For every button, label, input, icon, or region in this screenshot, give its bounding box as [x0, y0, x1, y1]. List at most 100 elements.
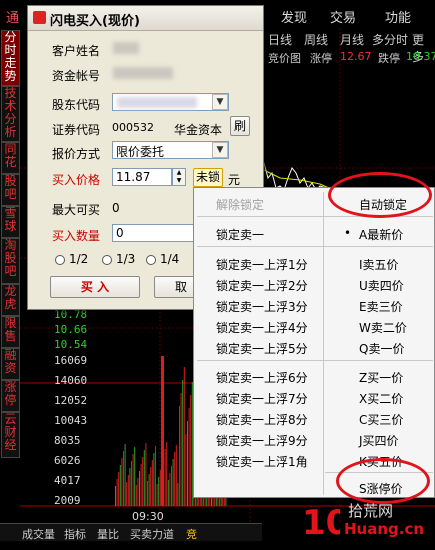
volume-bar: [119, 465, 121, 506]
buy-button[interactable]: 买 入: [50, 276, 140, 298]
menu-lock-up-3f[interactable]: 锁定卖一上浮3分: [216, 298, 308, 315]
watermark-domain: Huang.cn: [344, 520, 425, 538]
refresh-button[interactable]: 刷: [230, 116, 250, 136]
tab-tonghua[interactable]: 同花: [1, 142, 20, 174]
period-daily[interactable]: 日线: [268, 31, 292, 48]
tab-volume[interactable]: 成交量: [22, 526, 55, 542]
lock-price-button[interactable]: 未锁: [193, 168, 223, 187]
price-unit: 元: [228, 173, 241, 187]
watermark-text: 拾荒网: [348, 502, 394, 520]
menu-lock-up-6f[interactable]: 锁定卖一上浮6分: [216, 369, 308, 386]
menu-bid2[interactable]: X买二价: [359, 390, 403, 407]
buy-price-input[interactable]: 11.87: [112, 168, 172, 186]
menu-lock-up-5f[interactable]: 锁定卖一上浮5分: [216, 340, 308, 357]
price-label-3: 10.54: [54, 338, 88, 351]
spin-up-icon[interactable]: ▲: [173, 169, 185, 177]
menu-unlock[interactable]: 解除锁定: [216, 196, 264, 213]
menu-discover[interactable]: 发现: [281, 7, 307, 26]
tab-volume-ratio[interactable]: 量比: [97, 526, 119, 542]
volume-bar: [187, 421, 188, 506]
volume-bar: [188, 408, 190, 506]
volume-bar: [137, 478, 139, 506]
menu-ask5[interactable]: I卖五价: [359, 256, 399, 273]
menu-function[interactable]: 功能: [385, 7, 411, 26]
tab-restricted[interactable]: 限售: [1, 316, 20, 348]
volume-bar: [129, 468, 131, 506]
volume-bar: [180, 393, 182, 506]
holder-code-redacted: [117, 97, 197, 108]
menu-bid4[interactable]: J买四价: [359, 432, 399, 449]
price-spinner[interactable]: ▲ ▼: [172, 168, 186, 186]
period-weekly[interactable]: 周线: [304, 31, 328, 48]
menu-lock-sell1[interactable]: 锁定卖一: [216, 226, 264, 243]
app-icon: [33, 11, 46, 24]
tab-intraday[interactable]: 分时走势: [1, 30, 20, 86]
menu-lock-up-1j[interactable]: 锁定卖一上浮1角: [216, 453, 308, 470]
volume-bar: [150, 467, 152, 506]
menu-trade[interactable]: 交易: [330, 7, 356, 26]
menu-ask3[interactable]: E卖三价: [359, 298, 403, 315]
order-type-dropdown-icon[interactable]: ▼: [212, 142, 228, 158]
volume-bar: [172, 459, 174, 506]
label-max-buy: 最大可买: [52, 203, 101, 217]
menu-lock-up-7f[interactable]: 锁定卖一上浮7分: [216, 390, 308, 407]
tab-guba[interactable]: 股吧: [1, 174, 20, 206]
auction-chart-label[interactable]: 竞价图: [268, 50, 301, 66]
limit-down-label: 跌停: [378, 52, 400, 65]
spin-down-icon[interactable]: ▼: [173, 177, 185, 185]
tab-xueqiu[interactable]: 雪球: [1, 206, 20, 238]
menu-latest-price[interactable]: A最新价: [359, 226, 403, 243]
period-monthly[interactable]: 月线: [340, 31, 364, 48]
volume-label-3: 12052: [54, 394, 88, 407]
volume-bar: [190, 395, 192, 506]
volume-bar: [143, 450, 145, 506]
volume-bar: [135, 485, 137, 506]
ratio-third-radio[interactable]: [102, 255, 112, 265]
menu-separator: [197, 360, 433, 361]
tab-auction[interactable]: 竞: [186, 526, 197, 542]
bottom-strip: [0, 541, 435, 550]
tab-indicator[interactable]: 指标: [64, 526, 86, 542]
volume-bar: [132, 454, 134, 506]
menu-lock-up-4f[interactable]: 锁定卖一上浮4分: [216, 319, 308, 336]
menu-lock-up-2f[interactable]: 锁定卖一上浮2分: [216, 277, 308, 294]
menu-ask4[interactable]: U卖四价: [359, 277, 404, 294]
volume-label-1: 16069: [54, 354, 88, 367]
ratio-quarter-radio[interactable]: [146, 255, 156, 265]
menu-lock-up-8f[interactable]: 锁定卖一上浮8分: [216, 411, 308, 428]
tab-yuncaijing[interactable]: 云财经: [1, 412, 20, 458]
volume-bar: [179, 406, 180, 506]
max-buy-value: 0: [112, 201, 120, 215]
volume-bar: [142, 457, 144, 506]
watermark-logo-icon: 10: [302, 503, 340, 540]
volume-bar: [118, 472, 120, 506]
volume-bar: [140, 464, 142, 506]
volume-label-8: 2009: [54, 494, 81, 507]
dialog-titlebar[interactable]: 闪电买入(现价): [28, 6, 263, 31]
tab-buy-sell-force[interactable]: 买卖力道: [130, 526, 174, 542]
volume-bar: [169, 473, 171, 506]
tab-taoguba[interactable]: 淘股吧: [1, 238, 20, 284]
tab-technical[interactable]: 技术分析: [1, 86, 20, 142]
menu-lock-up-1f[interactable]: 锁定卖一上浮1分: [216, 256, 308, 273]
menu-lock-up-9f[interactable]: 锁定卖一上浮9分: [216, 432, 308, 449]
volume-bar: [148, 474, 150, 506]
tab-limitup[interactable]: 涨停: [1, 380, 20, 412]
volume-bar: [158, 477, 160, 506]
svg-text:10: 10: [302, 503, 340, 540]
menu-bid1[interactable]: Z买一价: [359, 369, 403, 386]
menu-ask1[interactable]: Q卖一价: [359, 340, 404, 357]
tab-margin[interactable]: 融资: [1, 348, 20, 380]
holder-code-dropdown-icon[interactable]: ▼: [212, 94, 228, 110]
tab-longhu[interactable]: 龙虎: [1, 284, 20, 316]
volume-bar: [185, 434, 187, 506]
buy-qty-input[interactable]: 0: [112, 224, 197, 242]
period-multi[interactable]: 多分时: [372, 31, 408, 48]
volume-bar: [147, 481, 148, 506]
menu-bid3[interactable]: C买三价: [359, 411, 403, 428]
time-label: 09:30: [132, 510, 164, 523]
menu-ask2[interactable]: W卖二价: [359, 319, 407, 336]
volume-bar: [145, 443, 147, 506]
volume-bar: [159, 470, 161, 506]
ratio-half-radio[interactable]: [55, 255, 65, 265]
